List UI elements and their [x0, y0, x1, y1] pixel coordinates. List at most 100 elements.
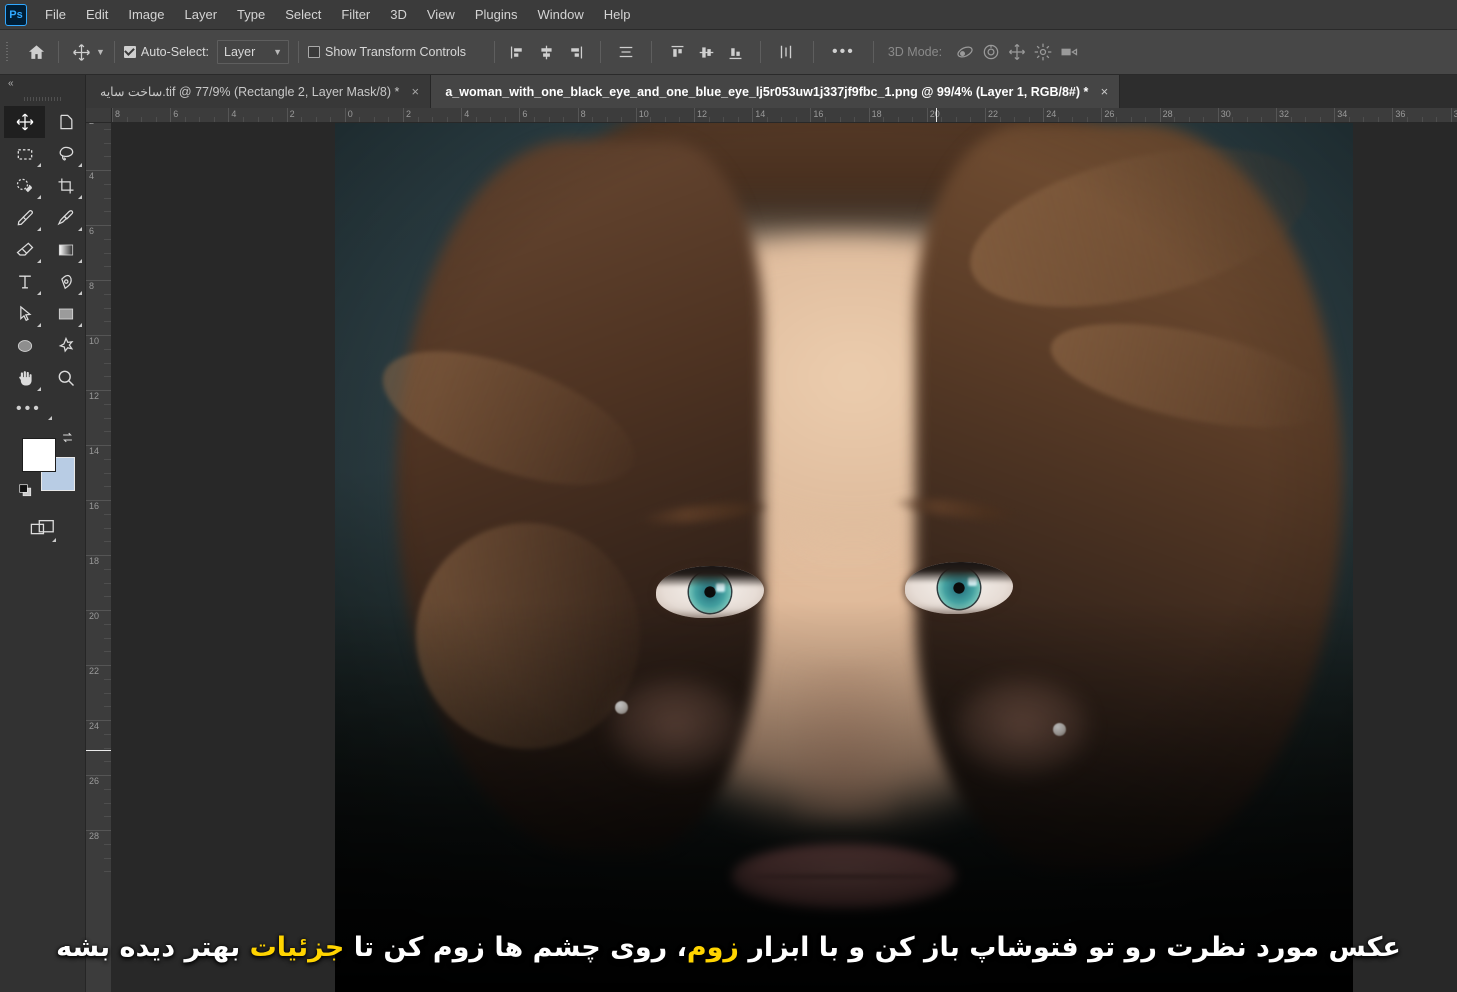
auto-select-checkbox[interactable] [123, 46, 136, 58]
ruler-corner[interactable] [86, 108, 112, 123]
photoshop-logo-icon: Ps [5, 3, 27, 26]
zoom-3d-camera-icon[interactable] [1056, 39, 1082, 65]
ruler-tick-label: 4 [464, 109, 470, 119]
collapse-panel-button[interactable]: « [0, 75, 85, 92]
orbit-3d-icon[interactable] [952, 39, 978, 65]
horizontal-ruler[interactable]: 864202468101214161820222426283032343638 [112, 108, 1457, 123]
menu-item-type[interactable]: Type [227, 3, 275, 26]
home-icon[interactable] [23, 39, 49, 65]
auto-select-scope-dropdown[interactable]: Layer ▼ [217, 40, 290, 64]
eraser-tool[interactable] [4, 234, 45, 266]
ruler-minor-tick [104, 293, 111, 295]
ruler-minor-tick [104, 238, 111, 240]
distribute-horizontally-icon[interactable] [613, 39, 639, 65]
more-options-button[interactable]: ••• [828, 44, 859, 60]
edit-toolbar-label: ••• [16, 400, 42, 417]
brush-tool[interactable] [45, 202, 86, 234]
crop-tool[interactable] [45, 170, 86, 202]
menu-item-image[interactable]: Image [118, 3, 174, 26]
roll-3d-icon[interactable] [978, 39, 1004, 65]
edit-toolbar-button[interactable]: ••• [4, 394, 86, 424]
align-right-edges-icon[interactable] [562, 39, 588, 65]
ruler-minor-tick [104, 321, 111, 323]
quick-selection-tool[interactable] [4, 170, 45, 202]
ruler-minor-tick [104, 706, 111, 708]
custom-shape-tool[interactable] [45, 330, 86, 362]
move-tool-chevron-down-icon[interactable]: ▼ [96, 47, 105, 57]
default-colors-icon[interactable] [18, 483, 35, 505]
ruler-minor-tick [104, 211, 111, 213]
ellipse-tool[interactable] [4, 330, 45, 362]
close-icon[interactable]: × [1098, 85, 1110, 98]
lasso-tool[interactable] [45, 138, 86, 170]
path-selection-tool[interactable] [4, 298, 45, 330]
move-tool[interactable] [4, 106, 45, 138]
menu-item-view[interactable]: View [417, 3, 465, 26]
align-vertical-centers-icon[interactable] [693, 39, 719, 65]
align-bottom-edges-icon[interactable] [722, 39, 748, 65]
menu-bar: Ps File Edit Image Layer Type Select Fil… [0, 0, 1457, 30]
artboard-tool[interactable] [45, 106, 86, 138]
zoom-tool[interactable] [45, 362, 86, 394]
align-left-edges-icon[interactable] [504, 39, 530, 65]
ruler-tick-label: 4 [231, 109, 237, 119]
ruler-tick-label: 26 [89, 776, 100, 786]
screen-mode-button[interactable] [0, 506, 86, 552]
ruler-minor-tick [104, 788, 111, 790]
document-tab-shadow-tif[interactable]: ساخت سایه.tif @ 77/9% (Rectangle 2, Laye… [86, 75, 432, 108]
ruler-minor-tick [104, 651, 111, 653]
close-icon[interactable]: × [409, 85, 421, 98]
slide-3d-icon[interactable] [1030, 39, 1056, 65]
ruler-tick-label: 26 [1104, 109, 1115, 119]
ruler-minor-tick [104, 637, 111, 639]
menu-item-layer[interactable]: Layer [175, 3, 228, 26]
menu-item-3d[interactable]: 3D [380, 3, 417, 26]
align-horizontal-centers-icon[interactable] [533, 39, 559, 65]
ruler-minor-tick [104, 596, 111, 598]
three-d-mode-label: 3D Mode: [887, 45, 943, 59]
rectangular-marquee-tool[interactable] [4, 138, 45, 170]
ruler-position-marker [936, 108, 937, 122]
document-image[interactable] [335, 123, 1353, 992]
options-bar-grip[interactable] [3, 38, 13, 66]
menu-item-file[interactable]: File [35, 3, 76, 26]
gradient-tool[interactable] [45, 234, 86, 266]
tools-panel-grip[interactable] [0, 92, 85, 106]
options-divider-6 [651, 41, 653, 63]
distribute-vertically-icon[interactable] [773, 39, 799, 65]
ruler-tick-label: 2 [89, 123, 101, 126]
subtitle-overlay: عکس مورد نظرت رو تو فتوشاپ باز کن و با ا… [0, 929, 1457, 966]
ruler-tick-label: 18 [871, 109, 882, 119]
vertical-ruler[interactable]: 246810121416182022242628 [86, 123, 112, 992]
pan-3d-icon[interactable] [1004, 39, 1030, 65]
menu-item-edit[interactable]: Edit [76, 3, 118, 26]
ruler-minor-tick [104, 403, 111, 405]
menu-item-plugins[interactable]: Plugins [465, 3, 528, 26]
ruler-minor-tick [104, 142, 111, 144]
foreground-color-swatch[interactable] [22, 438, 56, 472]
move-tool-icon[interactable] [68, 39, 94, 65]
hand-tool[interactable] [4, 362, 45, 394]
ruler-minor-tick [104, 747, 111, 749]
ruler-tick-label: 16 [89, 501, 100, 511]
ruler-minor-tick [104, 362, 111, 364]
document-tab-woman-png[interactable]: a_woman_with_one_black_eye_and_one_blue_… [431, 75, 1121, 108]
menu-item-select[interactable]: Select [275, 3, 331, 26]
type-tool[interactable] [4, 266, 45, 298]
ruler-minor-tick [104, 307, 111, 309]
options-divider-8 [813, 41, 815, 63]
ruler-minor-tick [104, 582, 111, 584]
rectangle-tool[interactable] [45, 298, 86, 330]
ruler-tick-label: 14 [89, 446, 100, 456]
eyedropper-tool[interactable] [4, 202, 45, 234]
flyout-corner-icon [37, 259, 41, 263]
menu-item-help[interactable]: Help [594, 3, 641, 26]
menu-item-filter[interactable]: Filter [331, 3, 380, 26]
menu-item-window[interactable]: Window [527, 3, 593, 26]
ruler-minor-tick [104, 266, 111, 268]
canvas-workspace[interactable] [112, 123, 1457, 992]
show-transform-controls-checkbox[interactable] [308, 46, 321, 58]
pen-tool[interactable] [45, 266, 86, 298]
swap-colors-icon[interactable] [60, 430, 75, 448]
align-top-edges-icon[interactable] [664, 39, 690, 65]
